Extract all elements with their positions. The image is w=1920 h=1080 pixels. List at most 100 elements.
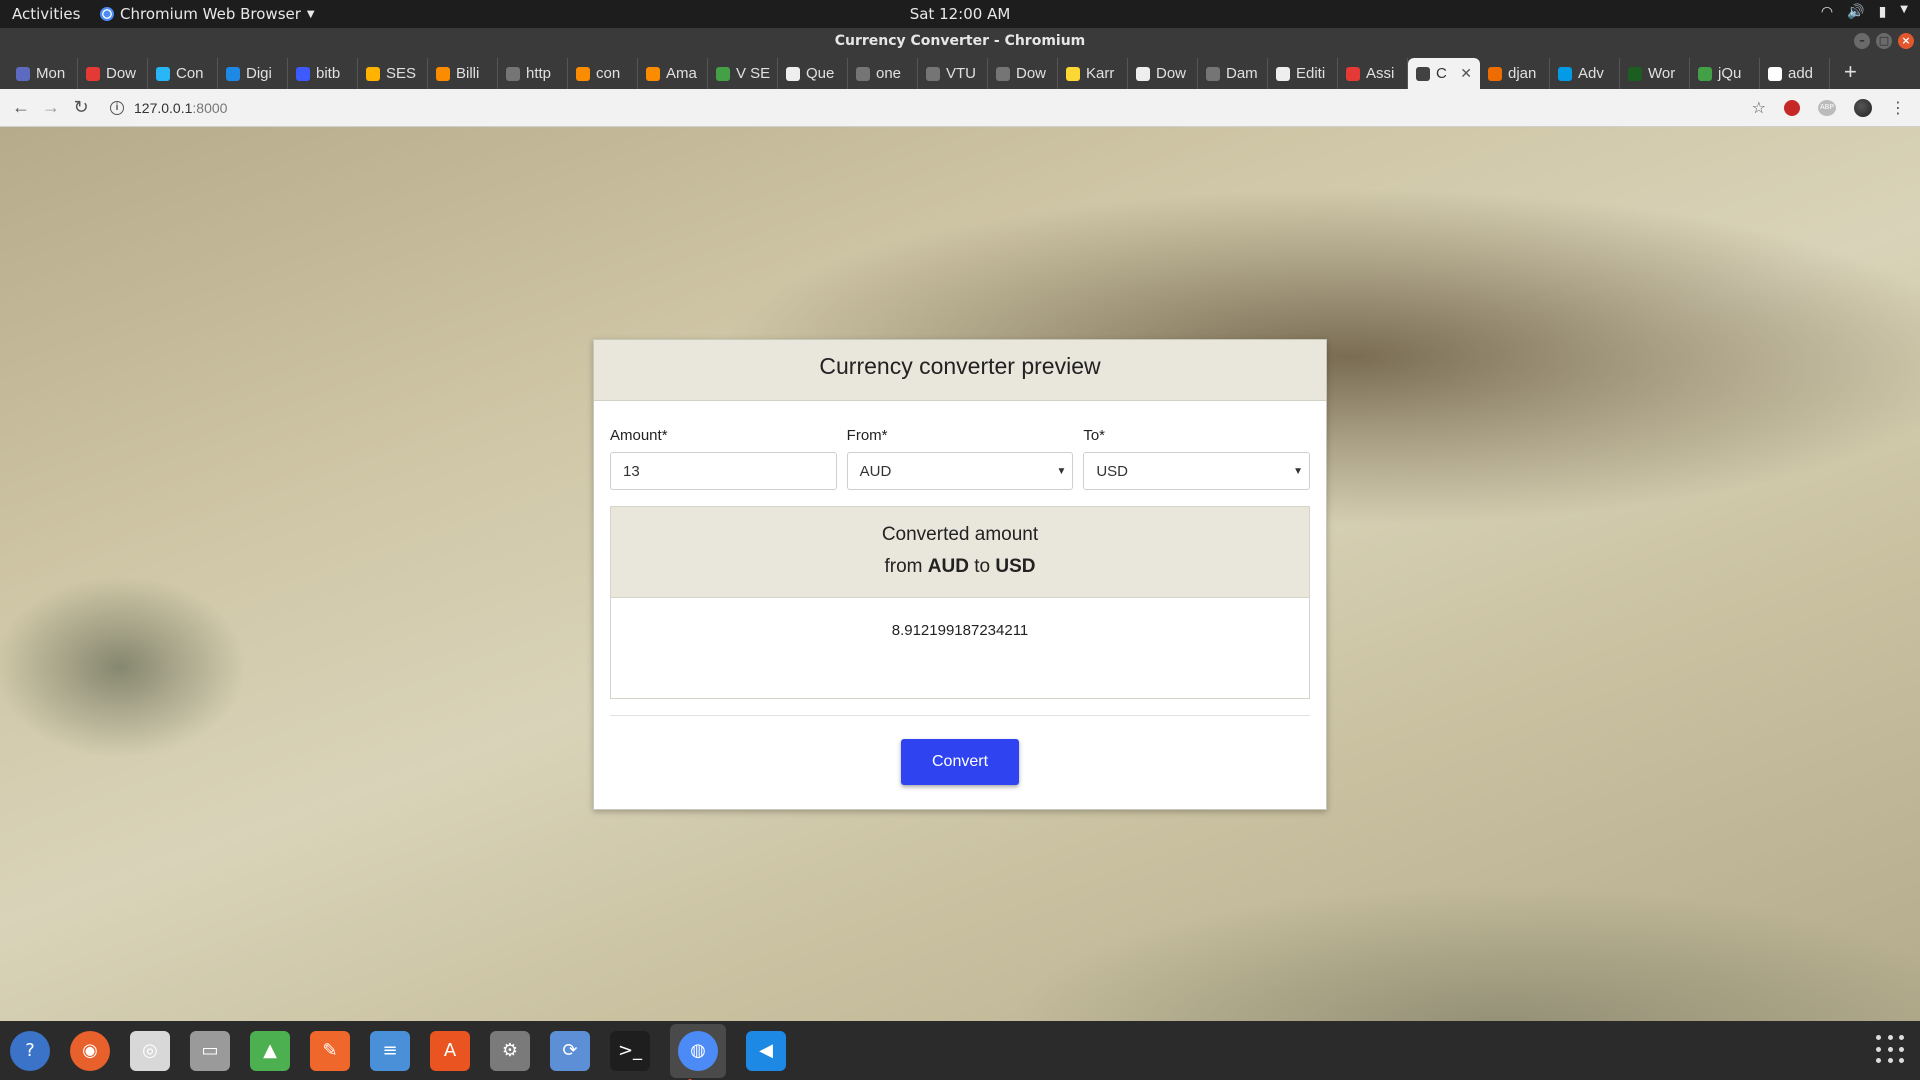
close-window-button[interactable]: × bbox=[1898, 33, 1914, 49]
result-title: Converted amount bbox=[881, 524, 1039, 545]
address-bar[interactable]: i 127.0.0.1:8000 bbox=[110, 100, 227, 116]
converted-value: 8.912199187234211 bbox=[891, 622, 1029, 639]
tab[interactable]: Editi bbox=[1268, 58, 1338, 89]
tab[interactable]: Karr bbox=[1058, 58, 1128, 89]
chevron-down-icon: ▼ bbox=[1900, 4, 1908, 15]
page-viewport: Currency converter preview Amount* 13 Fr… bbox=[0, 127, 1920, 1021]
tab[interactable]: Con bbox=[148, 58, 218, 89]
chevron-down-icon: ▼ bbox=[306, 8, 315, 20]
tab[interactable]: Dow bbox=[988, 58, 1058, 89]
profile-avatar[interactable] bbox=[1854, 99, 1872, 117]
window-title: Currency Converter - Chromium bbox=[834, 33, 1086, 49]
bookmark-star-icon[interactable]: ☆ bbox=[1752, 98, 1766, 118]
favicon-icon bbox=[1136, 66, 1150, 81]
tab[interactable]: Digi bbox=[218, 58, 288, 89]
info-icon[interactable]: i bbox=[110, 100, 124, 115]
tab[interactable]: Que bbox=[778, 58, 848, 89]
tab[interactable]: one bbox=[848, 58, 918, 89]
help-icon[interactable]: ? bbox=[10, 1030, 50, 1071]
inkscape-icon[interactable]: ✎ bbox=[310, 1030, 350, 1071]
tab-label: Billi bbox=[456, 65, 480, 82]
tab[interactable]: SES bbox=[358, 58, 428, 89]
text-editor-icon[interactable]: ≡ bbox=[370, 1030, 410, 1071]
tab[interactable]: Adv bbox=[1550, 58, 1620, 89]
tab-label: Ama bbox=[666, 65, 697, 82]
software-center-icon-glyph: A bbox=[430, 1030, 470, 1071]
favicon-icon bbox=[1346, 66, 1360, 81]
tab-active[interactable]: C ✕ bbox=[1408, 58, 1480, 89]
to-currency-select[interactable]: USD ▼ bbox=[1083, 452, 1311, 490]
extension-icon[interactable] bbox=[1784, 100, 1800, 116]
vscode-icon-glyph: ◀ bbox=[746, 1030, 786, 1071]
tab[interactable]: http bbox=[498, 58, 568, 89]
new-tab-button[interactable]: + bbox=[1830, 59, 1871, 89]
activities-button[interactable]: Activities bbox=[12, 5, 80, 23]
minimize-button[interactable]: – bbox=[1854, 33, 1870, 49]
tab[interactable]: Wor bbox=[1620, 58, 1690, 89]
tab-label: Assi bbox=[1366, 65, 1395, 82]
tab[interactable]: jQu bbox=[1690, 58, 1760, 89]
tab-label: bitb bbox=[316, 65, 341, 82]
software-center-icon[interactable]: A bbox=[430, 1030, 470, 1071]
tab[interactable]: djan bbox=[1480, 58, 1550, 89]
firefox-icon[interactable]: ◉ bbox=[70, 1030, 110, 1071]
favicon-icon bbox=[366, 66, 380, 81]
favicon-icon bbox=[1276, 66, 1290, 81]
forward-button[interactable]: → bbox=[36, 97, 66, 118]
amount-input[interactable]: 13 bbox=[610, 452, 837, 490]
tab-label: one bbox=[876, 65, 902, 82]
show-applications-button[interactable] bbox=[1876, 1035, 1906, 1065]
favicon-icon bbox=[86, 66, 100, 81]
tab[interactable]: Assi bbox=[1338, 58, 1408, 89]
tab[interactable]: add bbox=[1760, 58, 1830, 89]
rhythmbox-icon-glyph: ◎ bbox=[130, 1030, 170, 1071]
favicon-icon bbox=[16, 66, 30, 81]
reload-button[interactable]: ↻ bbox=[66, 97, 96, 118]
android-studio-icon[interactable]: ▲ bbox=[250, 1030, 290, 1071]
menu-kebab-icon[interactable]: ⋮ bbox=[1890, 98, 1906, 118]
tab-label: Mon bbox=[36, 65, 66, 82]
maximize-button[interactable]: □ bbox=[1876, 33, 1892, 49]
close-tab-icon[interactable]: ✕ bbox=[1460, 65, 1472, 82]
rhythmbox-icon[interactable]: ◎ bbox=[130, 1030, 170, 1071]
tab[interactable]: Mon bbox=[8, 58, 78, 89]
tab[interactable]: Dam bbox=[1198, 58, 1268, 89]
adblock-extension-icon[interactable]: ABP bbox=[1818, 100, 1836, 116]
files-icon[interactable]: ▭ bbox=[190, 1030, 230, 1071]
tab-label: Dow bbox=[106, 65, 137, 82]
tab[interactable]: V SE bbox=[708, 58, 778, 89]
tab-label: Dam bbox=[1226, 65, 1258, 82]
terminal-icon[interactable]: >_ bbox=[610, 1030, 650, 1071]
text-editor-icon-glyph: ≡ bbox=[370, 1030, 410, 1071]
tab-label: jQu bbox=[1718, 65, 1742, 82]
update-icon-glyph: ⟳ bbox=[550, 1030, 590, 1071]
tab-label: Que bbox=[806, 65, 835, 82]
tab[interactable]: Billi bbox=[428, 58, 498, 89]
vscode-icon[interactable]: ◀ bbox=[746, 1030, 786, 1071]
favicon-icon bbox=[156, 66, 170, 81]
url-port: :8000 bbox=[192, 99, 228, 116]
tab[interactable]: Dow bbox=[78, 58, 148, 89]
tab-strip: Mon Dow Con Digi bitb SES Billi http con Ama V SE Q… bbox=[0, 54, 1920, 89]
tab-label: Editi bbox=[1296, 65, 1326, 82]
tab[interactable]: Ama bbox=[638, 58, 708, 89]
tab[interactable]: con bbox=[568, 58, 638, 89]
chromium-icon[interactable]: ◍ bbox=[670, 1023, 726, 1080]
tab-label: Karr bbox=[1086, 65, 1115, 82]
update-icon[interactable]: ⟳ bbox=[550, 1030, 590, 1071]
back-button[interactable]: ← bbox=[6, 97, 36, 118]
tab[interactable]: bitb bbox=[288, 58, 358, 89]
tab-label: Adv bbox=[1578, 65, 1604, 82]
inkscape-icon-glyph: ✎ bbox=[310, 1030, 350, 1071]
favicon-icon bbox=[786, 66, 800, 81]
tab[interactable]: VTU bbox=[918, 58, 988, 89]
tab-label: SES bbox=[386, 65, 417, 82]
app-menu[interactable]: Chromium Web Browser ▼ bbox=[100, 5, 315, 23]
from-label: From* bbox=[846, 427, 888, 444]
tab[interactable]: Dow bbox=[1128, 58, 1198, 89]
system-top-bar: Activities Chromium Web Browser ▼ Sat 12… bbox=[0, 0, 1920, 28]
settings-icon[interactable]: ⚙ bbox=[490, 1030, 530, 1071]
convert-button[interactable]: Convert bbox=[901, 739, 1019, 785]
from-currency-select[interactable]: AUD ▼ bbox=[846, 452, 1074, 490]
system-tray[interactable]: ◠ 🔊 ▮ ▼ bbox=[1821, 4, 1908, 20]
